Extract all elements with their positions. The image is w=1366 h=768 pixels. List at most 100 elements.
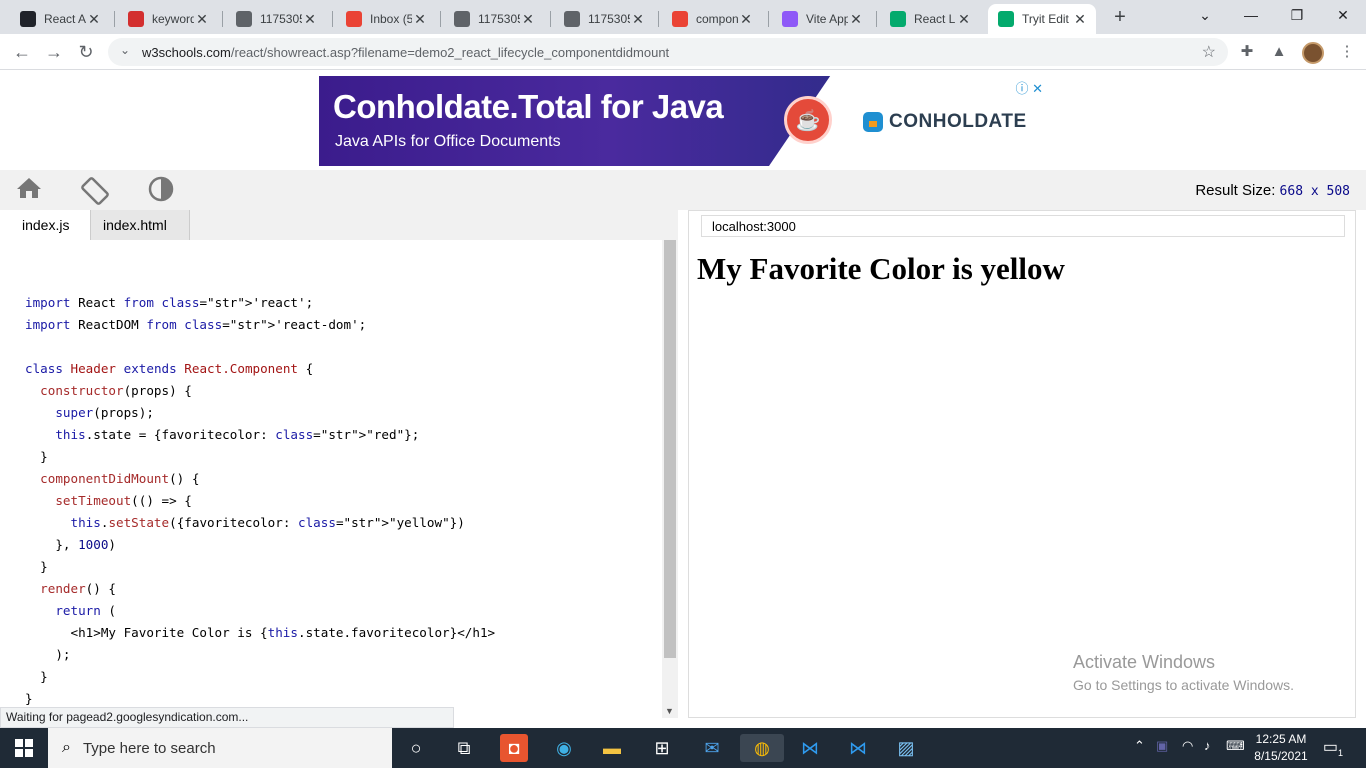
- watermark-line1: Activate Windows: [1073, 652, 1216, 672]
- restore-button[interactable]: ❐: [1274, 0, 1320, 32]
- code-line[interactable]: this.state = {favoritecolor: class="str"…: [25, 424, 662, 446]
- code-line[interactable]: }: [25, 556, 662, 578]
- code-line[interactable]: import ReactDOM from class="str">'react-…: [25, 314, 662, 336]
- browser-tab[interactable]: Vite App ✕: [772, 4, 872, 34]
- input-method-icon[interactable]: ⌨: [1226, 738, 1245, 754]
- code-line[interactable]: super(props);: [25, 402, 662, 424]
- close-tab-icon[interactable]: ✕: [520, 11, 536, 28]
- code-line[interactable]: }: [25, 446, 662, 468]
- file-explorer-icon[interactable]: ▬: [598, 734, 626, 762]
- editor-scrollbar[interactable]: ▼: [662, 240, 678, 718]
- tab-separator: [222, 11, 223, 27]
- store-icon[interactable]: ⊞: [648, 734, 676, 762]
- address-url[interactable]: w3schools.com/react/showreact.asp?filena…: [142, 45, 669, 60]
- browser-tab[interactable]: Inbox (5 ✕: [336, 4, 436, 34]
- new-tab-button[interactable]: +: [1108, 5, 1132, 29]
- close-tab-icon[interactable]: ✕: [412, 11, 428, 28]
- notification-center-icon[interactable]: ▭1: [1322, 737, 1344, 759]
- edge-icon[interactable]: ◉: [550, 734, 578, 762]
- tab-separator: [550, 11, 551, 27]
- code-line[interactable]: }, 1000): [25, 534, 662, 556]
- browser-tab[interactable]: React Lif✕: [880, 4, 980, 34]
- reload-icon[interactable]: ↻: [74, 40, 98, 64]
- code-line[interactable]: this.setState({favoritecolor: class="str…: [25, 512, 662, 534]
- cortana-icon[interactable]: ○: [402, 734, 430, 762]
- browser-tab[interactable]: 1175305 ✕: [226, 4, 326, 34]
- code-line[interactable]: }: [25, 666, 662, 688]
- browser-tab[interactable]: 1175305 ✕: [554, 4, 654, 34]
- code-line[interactable]: return (: [25, 600, 662, 622]
- tab-search-icon[interactable]: ⌄: [1182, 0, 1228, 32]
- scroll-down-arrow-icon[interactable]: ▼: [665, 706, 674, 716]
- code-text[interactable]: import React from class="str">'react'; im…: [25, 270, 662, 710]
- photos-icon[interactable]: ▨: [892, 734, 920, 762]
- minimize-button[interactable]: —: [1228, 0, 1274, 32]
- wifi-icon[interactable]: ◠: [1182, 738, 1193, 754]
- close-tab-icon[interactable]: ✕: [194, 11, 210, 28]
- tab-index-html[interactable]: index.html: [90, 210, 190, 240]
- code-line[interactable]: render() {: [25, 578, 662, 600]
- code-line[interactable]: componentDidMount() {: [25, 468, 662, 490]
- code-area[interactable]: import React from class="str">'react'; im…: [10, 240, 662, 718]
- code-line[interactable]: [25, 336, 662, 358]
- address-bar[interactable]: ⌄ w3schools.com/react/showreact.asp?file…: [108, 38, 1228, 66]
- bookmark-star-icon[interactable]: ☆: [1202, 42, 1216, 62]
- ad-title: Conholdate.Total for Java: [333, 88, 724, 125]
- theme-contrast-icon[interactable]: [146, 176, 176, 206]
- labs-flask-icon[interactable]: ▲: [1268, 41, 1290, 63]
- activate-windows-watermark: Activate Windows Go to Settings to activ…: [1073, 652, 1294, 693]
- code-line[interactable]: constructor(props) {: [25, 380, 662, 402]
- back-icon[interactable]: ←: [10, 40, 34, 64]
- browser-tab[interactable]: 1175305 ✕: [444, 4, 544, 34]
- close-window-button[interactable]: ✕: [1320, 0, 1366, 32]
- scrollbar-thumb[interactable]: [664, 240, 676, 658]
- taskbar-search-box[interactable]: ⌕ Type here to search: [48, 728, 392, 768]
- tab-index-js[interactable]: index.js: [10, 210, 90, 240]
- code-line[interactable]: import React from class="str">'react';: [25, 292, 662, 314]
- close-tab-icon[interactable]: ✕: [1072, 11, 1088, 28]
- menu-kebab-icon[interactable]: ⋮: [1336, 41, 1358, 63]
- tab-separator: [332, 11, 333, 27]
- home-icon[interactable]: [14, 176, 44, 206]
- browser-tab[interactable]: Tryit Edit ✕: [988, 4, 1096, 34]
- chrome-icon[interactable]: ◍: [740, 734, 784, 762]
- ad-banner[interactable]: Conholdate.Total for Java Java APIs for …: [319, 76, 1047, 166]
- close-tab-icon[interactable]: ✕: [848, 11, 864, 28]
- w3schools-icon: [890, 11, 906, 27]
- browser-tab[interactable]: React Ap✕: [10, 4, 110, 34]
- code-line[interactable]: );: [25, 644, 662, 666]
- vscode-icon[interactable]: ⋈: [796, 734, 824, 762]
- forward-icon[interactable]: →: [42, 40, 66, 64]
- tab-separator: [768, 11, 769, 27]
- extensions-icon[interactable]: ✚: [1236, 41, 1258, 63]
- windows-start-icon[interactable]: [0, 728, 48, 768]
- close-tab-icon[interactable]: ✕: [86, 11, 102, 28]
- close-tab-icon[interactable]: ✕: [302, 11, 318, 28]
- close-tab-icon[interactable]: ✕: [630, 11, 646, 28]
- java-coffee-icon: ☕: [784, 96, 832, 144]
- code-line[interactable]: [25, 270, 662, 292]
- show-hidden-icons-chevron-icon[interactable]: ⌃: [1134, 738, 1145, 754]
- taskbar-clock[interactable]: 12:25 AM 8/15/2021: [1250, 731, 1312, 765]
- code-line[interactable]: setTimeout(() => {: [25, 490, 662, 512]
- ad-brand: CONHOLDATE: [889, 111, 1027, 132]
- office-icon[interactable]: ◘: [500, 734, 528, 762]
- site-info-icon[interactable]: ⌄: [120, 43, 130, 57]
- mail-icon[interactable]: ✉: [698, 734, 726, 762]
- code-line[interactable]: class Header extends React.Component {: [25, 358, 662, 380]
- browser-tab[interactable]: keyword ✕: [118, 4, 218, 34]
- vscode-insiders-icon[interactable]: ⋈: [844, 734, 872, 762]
- close-tab-icon[interactable]: ✕: [738, 11, 754, 28]
- profile-avatar[interactable]: [1302, 42, 1324, 64]
- ad-choices-close-icon[interactable]: ⓘ ✕: [1015, 78, 1043, 97]
- teams-icon[interactable]: ▣: [1156, 738, 1168, 754]
- volume-icon[interactable]: ♪: [1204, 738, 1211, 753]
- rotate-layout-icon[interactable]: [80, 176, 110, 206]
- globe-icon: [454, 11, 470, 27]
- vite-icon: [782, 11, 798, 27]
- code-line[interactable]: <h1>My Favorite Color is {this.state.fav…: [25, 622, 662, 644]
- browser-tab[interactable]: compon ✕: [662, 4, 762, 34]
- browser-tab-title: React Ap: [44, 12, 86, 26]
- close-tab-icon[interactable]: ✕: [956, 11, 972, 28]
- task-view-icon[interactable]: ⧉: [450, 734, 478, 762]
